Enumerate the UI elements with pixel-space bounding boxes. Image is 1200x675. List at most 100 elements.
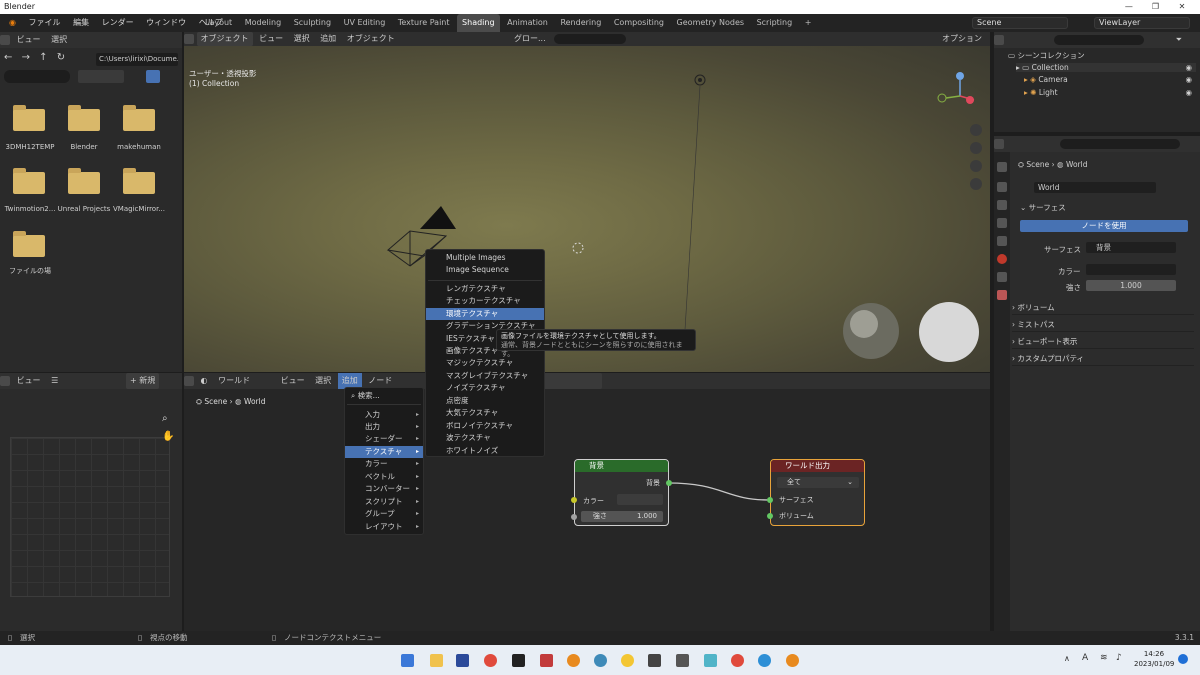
folder-label[interactable]: VMagicMirror...: [109, 205, 169, 213]
add-menu-layout[interactable]: レイアウト ▸: [345, 521, 423, 533]
folder-label[interactable]: Twinmotion2...: [0, 205, 60, 213]
outliner-item-light[interactable]: ▸ ✺ Light ◉: [1024, 88, 1196, 97]
volume-input-socket[interactable]: [767, 513, 773, 519]
tool-tab-icon[interactable]: [997, 162, 1007, 172]
blender-logo-icon[interactable]: ◉: [4, 14, 21, 32]
editor-type-icon[interactable]: [184, 33, 194, 44]
folder-icon[interactable]: [68, 168, 100, 194]
submenu-noise-texture[interactable]: ノイズテクスチャ: [426, 382, 544, 394]
strength-input-socket[interactable]: [571, 514, 577, 520]
fb-menu-view[interactable]: ビュー: [13, 32, 45, 48]
viewport-search-input[interactable]: [554, 34, 626, 44]
background-node[interactable]: 背景 背景 カラー 強さ 1.000: [571, 459, 672, 526]
folder-label[interactable]: 3DMH12TEMP: [0, 143, 60, 151]
tab-modeling[interactable]: Modeling: [240, 14, 286, 32]
submenu-multiple-images[interactable]: Multiple Images: [426, 252, 544, 264]
folder-icon[interactable]: [13, 231, 45, 257]
tab-texture-paint[interactable]: Texture Paint: [393, 14, 455, 32]
color-swatch-field[interactable]: [1086, 264, 1176, 275]
submenu-voronoi-texture[interactable]: ボロノイテクスチャ: [426, 420, 544, 432]
ie-menu-view[interactable]: ビュー: [13, 373, 45, 389]
forward-arrow-icon[interactable]: →: [22, 52, 30, 63]
view-layer-tab-icon[interactable]: [997, 218, 1007, 228]
chevron-up-icon[interactable]: ∧: [1064, 654, 1070, 663]
menu-lines-icon[interactable]: ☰: [47, 373, 62, 389]
submenu-wave-texture[interactable]: 波テクスチャ: [426, 432, 544, 444]
mode-dropdown[interactable]: オブジェクト: [196, 32, 253, 46]
menu-render[interactable]: レンダー: [97, 14, 139, 32]
strength-value-field[interactable]: 1.000: [1086, 280, 1176, 291]
blender-icon[interactable]: [567, 654, 580, 667]
collection-tab-icon[interactable]: [997, 272, 1007, 282]
tab-shading[interactable]: Shading: [457, 14, 500, 32]
use-nodes-button[interactable]: ノードを使用: [1020, 220, 1188, 232]
clock[interactable]: 14:26 2023/01/09: [1134, 649, 1174, 669]
menu-window[interactable]: ウィンドウ: [141, 14, 191, 32]
maximize-button[interactable]: ❐: [1143, 0, 1167, 14]
submenu-checker-texture[interactable]: チェッカーテクスチャ: [426, 295, 544, 307]
filter-icon[interactable]: [146, 70, 160, 83]
hand-pan-icon[interactable]: ✋: [162, 431, 174, 442]
visibility-eye-icon[interactable]: ◉: [1185, 88, 1192, 97]
node-editor-panel[interactable]: ◐ ワールド ビュー 選択 追加 ノード d ⛭ Scene › ◍ World…: [184, 373, 990, 631]
render-tab-icon[interactable]: [997, 182, 1007, 192]
wifi-icon[interactable]: ≋: [1100, 653, 1108, 663]
folder-label[interactable]: ファイルの場: [0, 266, 60, 276]
vp-menu-select[interactable]: 選択: [290, 32, 314, 46]
color-swatch[interactable]: [617, 494, 663, 505]
3d-viewport[interactable]: ユーザー・透視投影 (1) Collection: [184, 46, 990, 372]
add-menu-converter[interactable]: コンバーター ▸: [345, 483, 423, 495]
chrome-icon[interactable]: [731, 654, 744, 667]
sun-light-object[interactable]: [683, 74, 706, 347]
filter-icon[interactable]: ⏷: [1172, 32, 1186, 48]
folder-icon[interactable]: [68, 105, 100, 131]
tab-compositing[interactable]: Compositing: [609, 14, 669, 32]
tab-rendering[interactable]: Rendering: [555, 14, 606, 32]
tab-uv-editing[interactable]: UV Editing: [339, 14, 391, 32]
color-input-socket[interactable]: [571, 497, 577, 503]
submenu-environment-texture[interactable]: 環境テクスチャ: [426, 308, 544, 320]
tab-geometry-nodes[interactable]: Geometry Nodes: [672, 14, 749, 32]
add-menu-input[interactable]: 入力 ▸: [345, 409, 423, 421]
submenu-brick-texture[interactable]: レンガテクスチャ: [426, 283, 544, 295]
viewport-display-section-header[interactable]: › ビューポート表示: [1012, 335, 1194, 349]
add-menu-vector[interactable]: ベクトル ▸: [345, 471, 423, 483]
menu-edit[interactable]: 編集: [68, 14, 94, 32]
back-arrow-icon[interactable]: ←: [4, 52, 12, 63]
grid-icon[interactable]: [970, 178, 982, 190]
visibility-eye-icon[interactable]: ◉: [1185, 75, 1192, 84]
submenu-sky-texture[interactable]: 大気テクスチャ: [426, 407, 544, 419]
transform-orientation-dropdown[interactable]: グロー...: [510, 32, 550, 46]
zoom-icon[interactable]: ⌕: [162, 413, 168, 424]
add-menu-output[interactable]: 出力 ▸: [345, 421, 423, 433]
minimize-button[interactable]: —: [1117, 0, 1141, 14]
add-menu-group[interactable]: グループ ▸: [345, 508, 423, 520]
folder-icon[interactable]: [13, 168, 45, 194]
add-menu-texture[interactable]: テクスチャ ▸: [345, 446, 423, 458]
submenu-musgrave-texture[interactable]: マスグレイブテクスチャ: [426, 370, 544, 382]
menu-file[interactable]: ファイル: [24, 14, 66, 32]
properties-search-input[interactable]: [1060, 139, 1180, 149]
submenu-point-density[interactable]: 点密度: [426, 395, 544, 407]
refresh-icon[interactable]: ↻: [57, 52, 65, 63]
file-explorer-icon[interactable]: [430, 654, 443, 667]
surface-input-socket[interactable]: [767, 497, 773, 503]
folder-icon[interactable]: [13, 105, 45, 131]
edge-icon[interactable]: [758, 654, 771, 667]
folder-icon[interactable]: [123, 105, 155, 131]
volume-icon[interactable]: ♪: [1116, 653, 1122, 663]
outliner-scene-collection[interactable]: ▭ シーンコレクション: [1008, 50, 1085, 61]
submenu-white-noise[interactable]: ホワイトノイズ: [426, 445, 544, 457]
add-menu-search[interactable]: ⌕ 検索...: [345, 390, 423, 402]
outliner-search-input[interactable]: [1054, 35, 1144, 45]
strength-field[interactable]: 強さ 1.000: [581, 511, 663, 522]
editor-type-icon[interactable]: [994, 138, 1004, 149]
output-tab-icon[interactable]: [997, 200, 1007, 210]
surface-shader-field[interactable]: 背景: [1086, 242, 1176, 253]
path-field[interactable]: C:\Users\lirixi\Docume...: [96, 53, 178, 66]
unreal-engine-icon[interactable]: [648, 654, 661, 667]
taskbar-app-icon[interactable]: [594, 654, 607, 667]
tab-animation[interactable]: Animation: [502, 14, 553, 32]
background-output-socket[interactable]: [666, 480, 672, 486]
submenu-image-sequence[interactable]: Image Sequence: [426, 264, 544, 276]
